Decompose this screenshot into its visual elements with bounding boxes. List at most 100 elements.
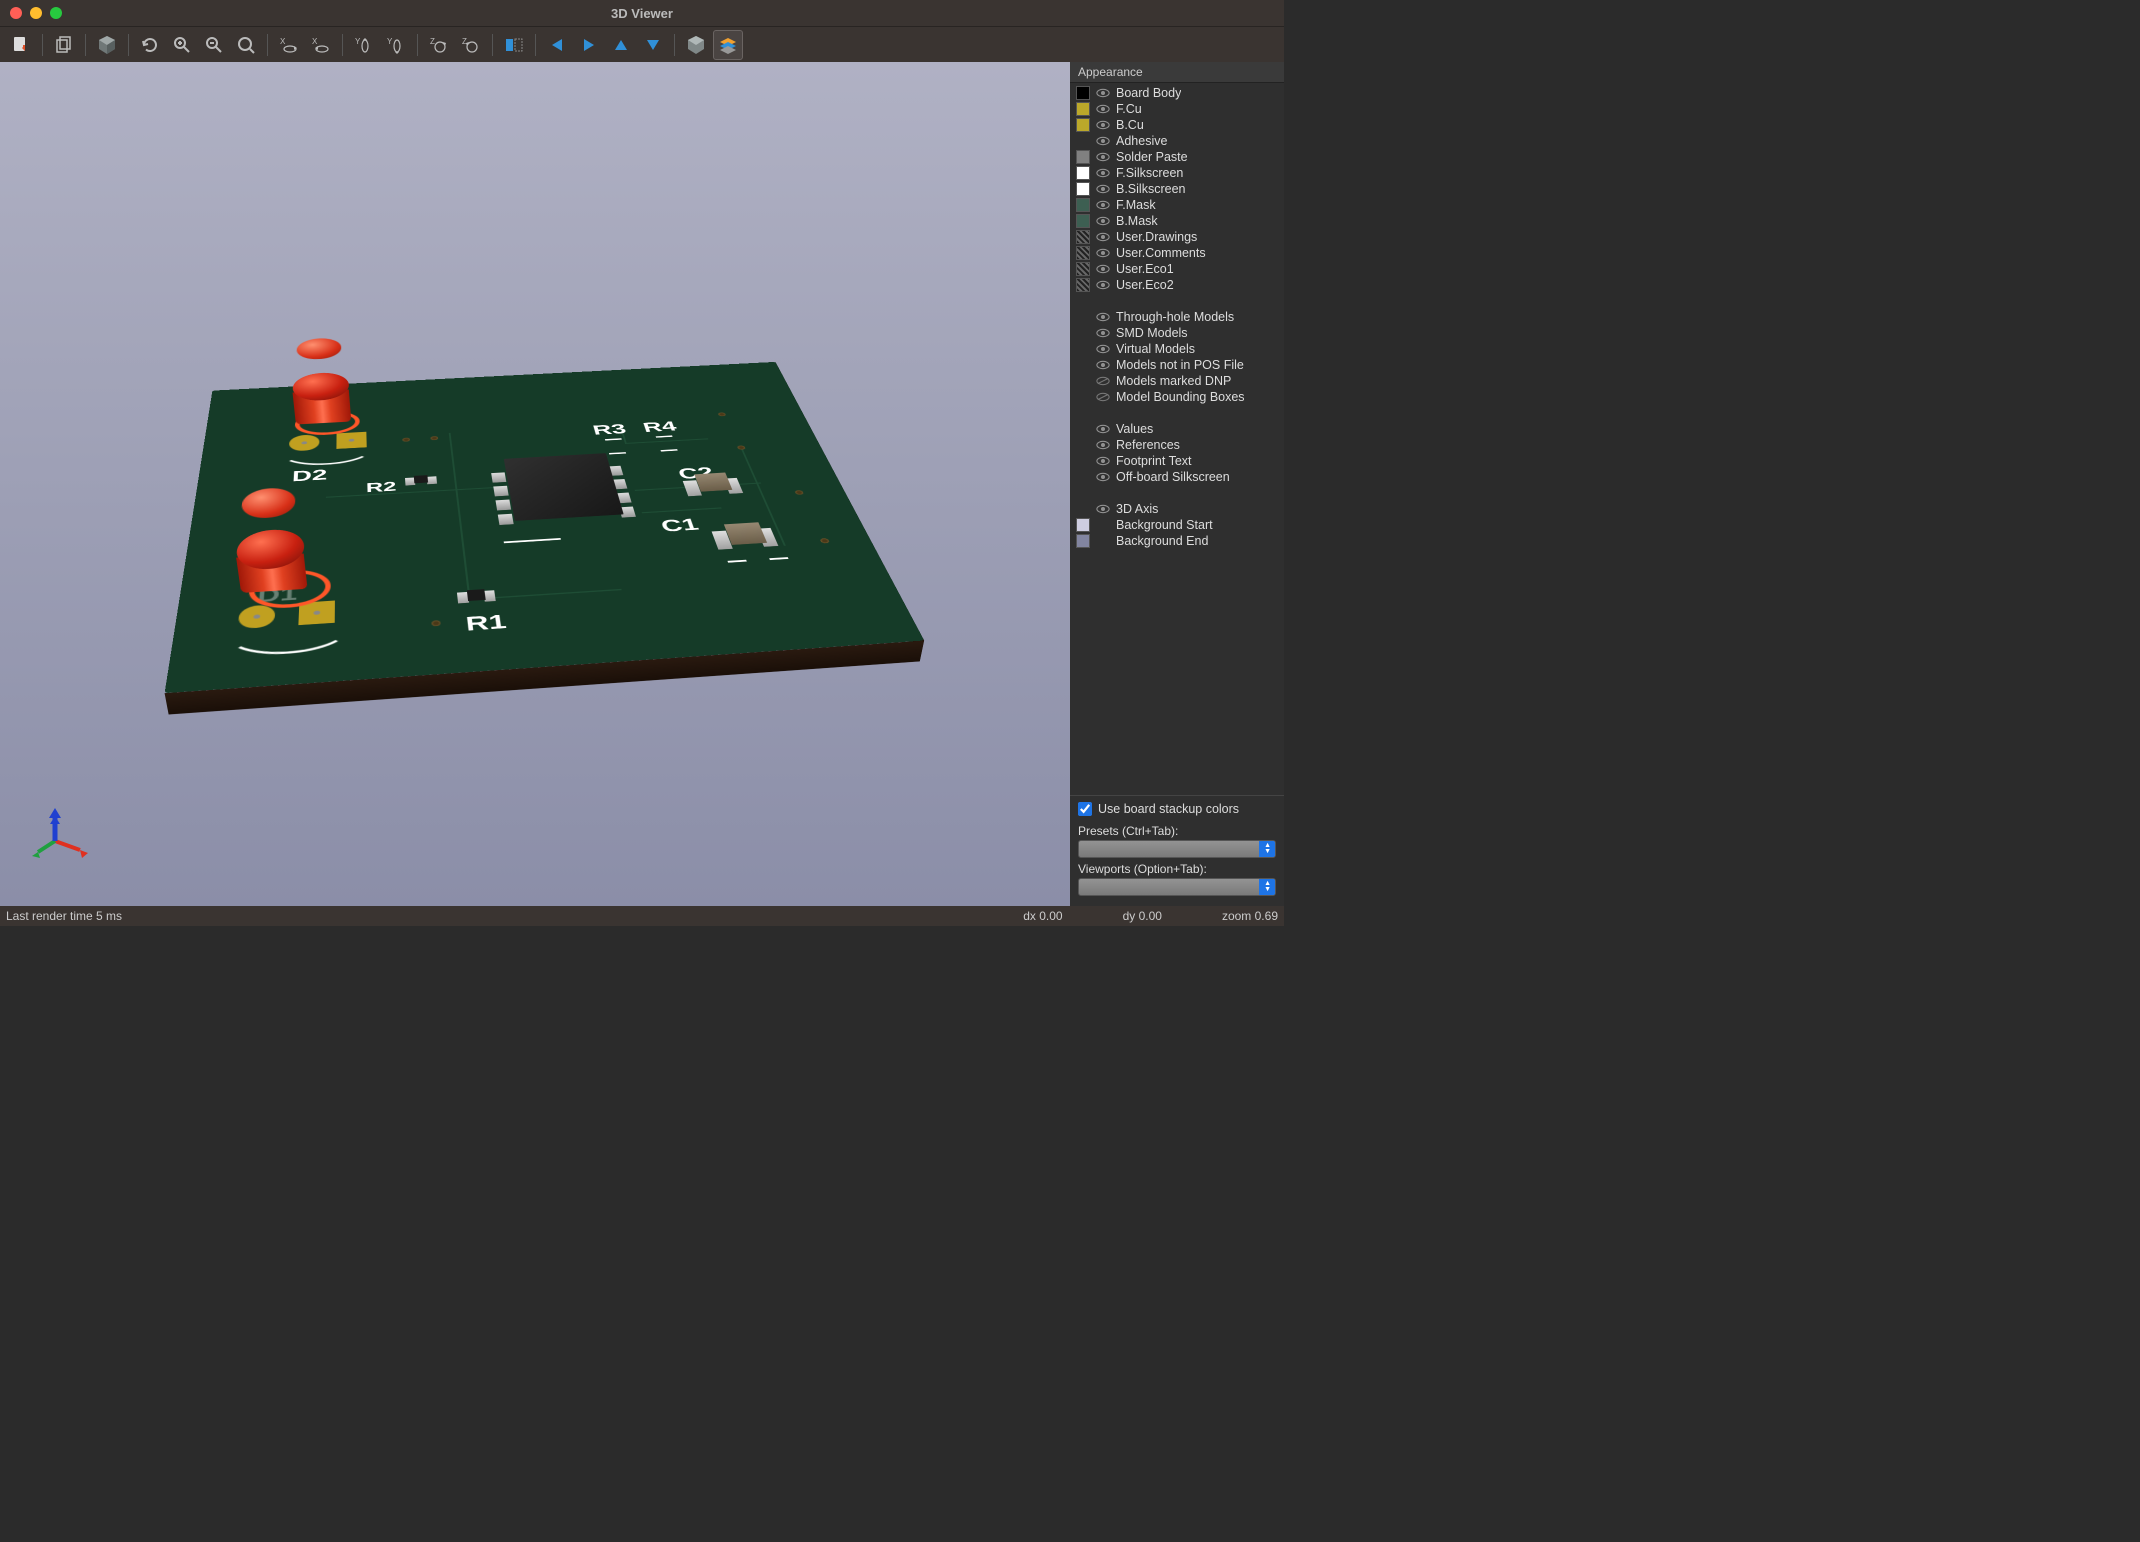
layer-label: User.Eco2	[1116, 278, 1174, 292]
pan-down-button[interactable]	[638, 30, 668, 60]
led-d1	[235, 528, 305, 571]
layer-row-adhesive[interactable]: Adhesive	[1070, 133, 1284, 149]
toggle-virtual-models[interactable]: Virtual Models	[1070, 341, 1284, 357]
layer-label: F.Cu	[1116, 102, 1142, 116]
toggle-footprint-text[interactable]: Footprint Text	[1070, 453, 1284, 469]
layer-label: B.Mask	[1116, 214, 1158, 228]
svg-text:Z: Z	[430, 37, 435, 46]
svg-text:Y: Y	[355, 37, 361, 46]
layer-row-b-silkscreen[interactable]: B.Silkscreen	[1070, 181, 1284, 197]
pan-right-button[interactable]	[574, 30, 604, 60]
layer-row-user-eco2[interactable]: User.Eco2	[1070, 277, 1284, 293]
toggle-label: Through-hole Models	[1116, 310, 1234, 324]
layers-panel-button[interactable]	[713, 30, 743, 60]
flip-board-button[interactable]	[499, 30, 529, 60]
layer-color-swatch[interactable]	[1076, 278, 1090, 292]
presets-dropdown[interactable]: ▲▼	[1078, 840, 1276, 858]
bg-color-swatch[interactable]	[1076, 518, 1090, 532]
bg-label: Background End	[1116, 534, 1208, 548]
bg-color-swatch[interactable]	[1076, 534, 1090, 548]
rotate-y-ccw-button[interactable]: Y	[381, 30, 411, 60]
ref-r1: R1	[465, 610, 508, 635]
ref-r3: R3	[591, 421, 628, 438]
layer-label: Board Body	[1116, 86, 1181, 100]
toggle-through-hole-models[interactable]: Through-hole Models	[1070, 309, 1284, 325]
bg-background-end[interactable]: Background End	[1070, 533, 1284, 549]
ref-r2: R2	[366, 479, 397, 496]
rotate-x-ccw-button[interactable]: X	[306, 30, 336, 60]
copy-image-button[interactable]	[49, 30, 79, 60]
layer-row-b-mask[interactable]: B.Mask	[1070, 213, 1284, 229]
zoom-out-button[interactable]	[199, 30, 229, 60]
rotate-y-cw-button[interactable]: Y	[349, 30, 379, 60]
toggle-label: Values	[1116, 422, 1153, 436]
status-render-time: Last render time 5 ms	[6, 909, 122, 923]
zoom-in-button[interactable]	[167, 30, 197, 60]
svg-text:Z: Z	[462, 37, 467, 46]
layer-label: B.Silkscreen	[1116, 182, 1185, 196]
layer-row-f-mask[interactable]: F.Mask	[1070, 197, 1284, 213]
layer-color-swatch[interactable]	[1076, 262, 1090, 276]
layer-color-swatch[interactable]	[1076, 166, 1090, 180]
layer-color-swatch[interactable]	[1076, 118, 1090, 132]
use-stackup-colors-checkbox[interactable]: Use board stackup colors	[1078, 802, 1276, 816]
layer-row-board-body[interactable]: Board Body	[1070, 85, 1284, 101]
3d-viewport[interactable]: D2 D1	[0, 62, 1070, 906]
layer-color-swatch[interactable]	[1076, 150, 1090, 164]
toggle-values[interactable]: Values	[1070, 421, 1284, 437]
layer-row-f-silkscreen[interactable]: F.Silkscreen	[1070, 165, 1284, 181]
toggle-label: References	[1116, 438, 1180, 452]
layer-row-f-cu[interactable]: F.Cu	[1070, 101, 1284, 117]
status-dy: dy 0.00	[1123, 909, 1162, 923]
status-dx: dx 0.00	[1023, 909, 1062, 923]
reload-board-button[interactable]	[6, 30, 36, 60]
layer-label: User.Eco1	[1116, 262, 1174, 276]
appearance-header: Appearance	[1070, 62, 1284, 83]
layer-row-user-eco1[interactable]: User.Eco1	[1070, 261, 1284, 277]
rotate-x-cw-button[interactable]: X	[274, 30, 304, 60]
toggle-model-bounding-boxes[interactable]: Model Bounding Boxes	[1070, 389, 1284, 405]
layer-color-swatch[interactable]	[1076, 246, 1090, 260]
bg-3d-axis[interactable]: 3D Axis	[1070, 501, 1284, 517]
layer-label: F.Silkscreen	[1116, 166, 1183, 180]
layer-row-solder-paste[interactable]: Solder Paste	[1070, 149, 1284, 165]
rotate-z-cw-button[interactable]: Z	[424, 30, 454, 60]
axis-gizmo-icon	[30, 806, 90, 866]
toggle-off-board-silkscreen[interactable]: Off-board Silkscreen	[1070, 469, 1284, 485]
redraw-button[interactable]	[135, 30, 165, 60]
toggle-models-marked-dnp[interactable]: Models marked DNP	[1070, 373, 1284, 389]
layer-row-b-cu[interactable]: B.Cu	[1070, 117, 1284, 133]
render-options-button[interactable]	[92, 30, 122, 60]
toggle-smd-models[interactable]: SMD Models	[1070, 325, 1284, 341]
ortho-button[interactable]	[681, 30, 711, 60]
bg-label: 3D Axis	[1116, 502, 1158, 516]
pan-left-button[interactable]	[542, 30, 572, 60]
rotate-z-ccw-button[interactable]: Z	[456, 30, 486, 60]
layer-color-swatch[interactable]	[1076, 198, 1090, 212]
ref-c1: C1	[659, 515, 702, 536]
bg-background-start[interactable]: Background Start	[1070, 517, 1284, 533]
toggle-references[interactable]: References	[1070, 437, 1284, 453]
appearance-panel: Appearance Board Body F.CuB.CuAdhesiveSol…	[1070, 62, 1284, 906]
layer-color-swatch[interactable]	[1076, 86, 1090, 100]
toggle-label: Off-board Silkscreen	[1116, 470, 1230, 484]
layer-color-swatch[interactable]	[1076, 230, 1090, 244]
toggle-models-not-in-pos-file[interactable]: Models not in POS File	[1070, 357, 1284, 373]
layer-color-swatch[interactable]	[1076, 214, 1090, 228]
layer-label: Solder Paste	[1116, 150, 1188, 164]
svg-text:Y: Y	[387, 37, 393, 46]
toggle-label: Virtual Models	[1116, 342, 1195, 356]
viewports-dropdown[interactable]: ▲▼	[1078, 878, 1276, 896]
zoom-window-button[interactable]	[50, 7, 62, 19]
ref-r4: R4	[641, 418, 679, 435]
minimize-window-button[interactable]	[30, 7, 42, 19]
zoom-fit-button[interactable]	[231, 30, 261, 60]
layer-row-user-drawings[interactable]: User.Drawings	[1070, 229, 1284, 245]
layer-row-user-comments[interactable]: User.Comments	[1070, 245, 1284, 261]
toggle-label: Model Bounding Boxes	[1116, 390, 1245, 404]
layer-color-swatch[interactable]	[1076, 102, 1090, 116]
layer-color-swatch[interactable]	[1076, 182, 1090, 196]
close-window-button[interactable]	[10, 7, 22, 19]
window-controls	[10, 7, 62, 19]
pan-up-button[interactable]	[606, 30, 636, 60]
